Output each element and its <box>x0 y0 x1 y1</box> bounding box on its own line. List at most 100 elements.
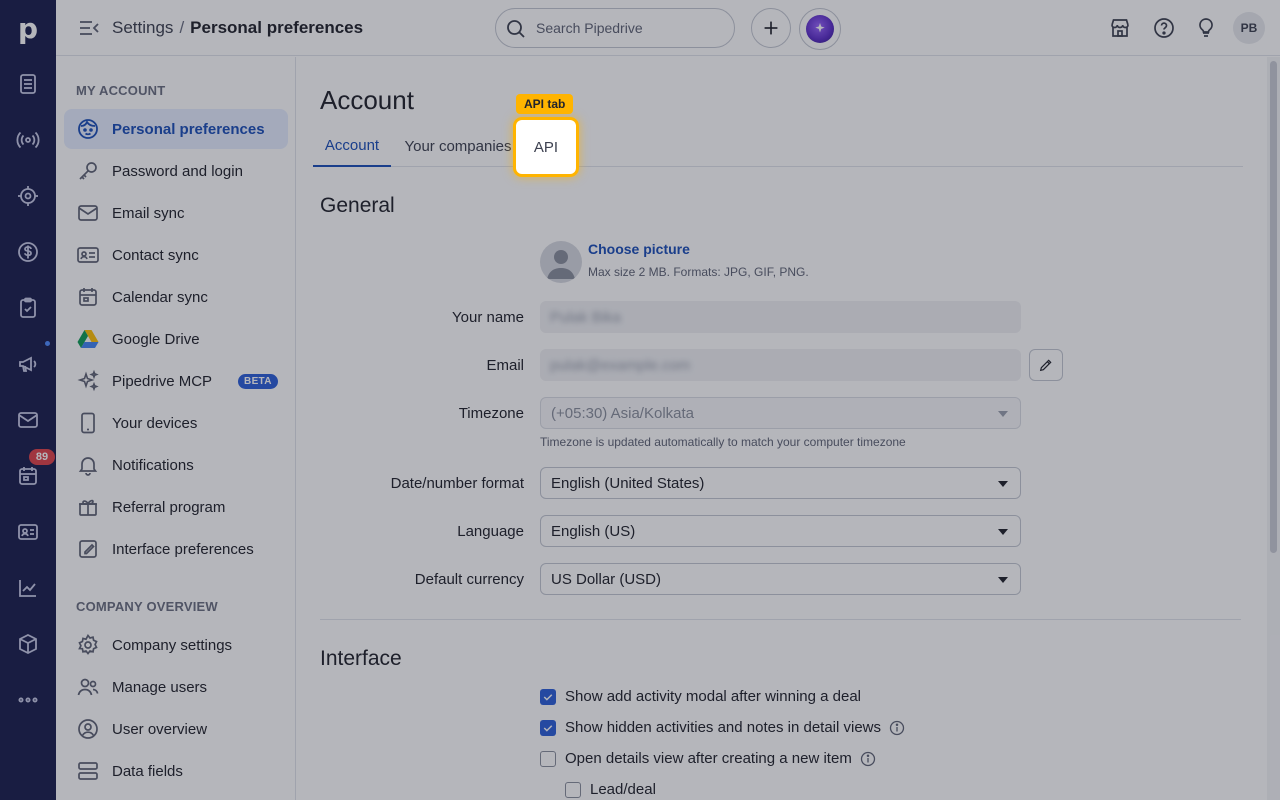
timezone-label: Timezone <box>458 405 524 422</box>
target-icon[interactable] <box>16 184 40 208</box>
info-icon[interactable] <box>860 751 876 767</box>
activities-badge: 89 <box>29 449 55 465</box>
main-content: Account Account Your companies General C… <box>297 57 1266 800</box>
help-icon[interactable] <box>1152 16 1176 40</box>
tab-api[interactable]: API <box>516 120 576 174</box>
quick-add-button[interactable] <box>751 8 791 48</box>
sidebar-item-contact-sync[interactable]: Contact sync <box>64 235 288 275</box>
megaphone-icon[interactable] <box>16 352 40 376</box>
sidebar-item-calendar-sync[interactable]: Calendar sync <box>64 277 288 317</box>
deals-icon[interactable] <box>16 72 40 96</box>
tab-account[interactable]: Account <box>313 125 391 167</box>
sidebar-item-label: Referral program <box>112 498 226 516</box>
checkbox-row-open-details[interactable]: Open details view after creating a new i… <box>540 750 876 767</box>
date-format-select[interactable]: English (United States) <box>540 467 1021 499</box>
app-window: p 89 Settings / Personal preferences PB <box>0 0 1280 800</box>
breadcrumb-separator: / <box>179 18 185 37</box>
chevron-down-icon <box>998 529 1008 535</box>
timezone-select: (+05:30) Asia/Kolkata <box>540 397 1021 429</box>
pipedrive-logo[interactable]: p <box>0 0 56 56</box>
date-format-value: English (United States) <box>551 474 705 492</box>
main-scrollbar[interactable] <box>1267 57 1280 800</box>
users-icon <box>76 675 100 699</box>
marketplace-store-icon[interactable] <box>1108 16 1132 40</box>
lightbulb-icon[interactable] <box>1194 16 1218 40</box>
language-label: Language <box>457 523 524 540</box>
choose-picture-link[interactable]: Choose picture <box>588 241 690 257</box>
sidebar-item-your-devices[interactable]: Your devices <box>64 403 288 443</box>
ai-sparkle-icon <box>806 15 834 43</box>
search-input[interactable] <box>536 18 721 38</box>
clipboard-check-icon[interactable] <box>16 296 40 320</box>
sidebar-item-label: Interface preferences <box>112 540 254 558</box>
language-select[interactable]: English (US) <box>540 515 1021 547</box>
sidebar-item-personal-preferences[interactable]: Personal preferences <box>64 109 288 149</box>
email-field: pulak@example.com <box>540 349 1021 381</box>
profile-picture-placeholder[interactable] <box>540 241 582 283</box>
chevron-down-icon <box>998 481 1008 487</box>
sidebar-item-email-sync[interactable]: Email sync <box>64 193 288 233</box>
ai-assistant-button[interactable] <box>799 8 841 50</box>
date-format-label: Date/number format <box>390 475 524 492</box>
sidebar-item-label: Contact sync <box>112 246 199 264</box>
sidebar-item-interface-preferences[interactable]: Interface preferences <box>64 529 288 569</box>
checkbox-row-activity-modal[interactable]: Show add activity modal after winning a … <box>540 688 861 705</box>
edit-email-button[interactable] <box>1029 349 1063 381</box>
checkbox-row-lead-deal[interactable]: Lead/deal <box>565 781 656 798</box>
bell-icon <box>76 453 100 477</box>
sidebar-item-referral-program[interactable]: Referral program <box>64 487 288 527</box>
checkbox-unchecked[interactable] <box>540 750 556 767</box>
your-name-field[interactable]: Pulak Bika <box>540 301 1021 333</box>
picture-hint: Max size 2 MB. Formats: JPG, GIF, PNG. <box>588 265 809 279</box>
collapse-menu-icon[interactable] <box>78 17 100 39</box>
contacts-icon[interactable] <box>16 520 40 544</box>
broadcast-icon[interactable] <box>16 128 40 152</box>
checkbox-label: Show add activity modal after winning a … <box>565 688 862 705</box>
phone-icon <box>76 411 100 435</box>
scrollbar-thumb[interactable] <box>1270 61 1277 553</box>
checkbox-checked[interactable] <box>540 719 556 736</box>
sidebar-item-label: Personal preferences <box>112 120 265 138</box>
sidebar-item-label: Company settings <box>112 636 233 654</box>
sidebar-item-user-overview[interactable]: User overview <box>64 709 288 749</box>
search-box[interactable] <box>495 8 735 48</box>
sidebar-item-notifications[interactable]: Notifications <box>64 445 288 485</box>
checkbox-label: Show hidden activities and notes in deta… <box>565 719 882 736</box>
currency-select[interactable]: US Dollar (USD) <box>540 563 1021 595</box>
products-box-icon[interactable] <box>16 632 40 656</box>
general-section-title: General <box>320 194 395 217</box>
your-name-value: Pulak Bika <box>550 308 621 326</box>
more-dots-icon[interactable] <box>16 688 40 712</box>
dollar-icon[interactable] <box>16 240 40 264</box>
checkbox-unchecked[interactable] <box>565 781 581 798</box>
chevron-down-icon <box>998 577 1008 583</box>
insights-chart-icon[interactable] <box>16 576 40 600</box>
mail-icon[interactable] <box>16 408 40 432</box>
breadcrumb-settings-link[interactable]: Settings <box>112 18 173 37</box>
user-avatar[interactable]: PB <box>1233 12 1265 44</box>
page-title: Account <box>320 85 414 115</box>
tab-your-companies[interactable]: Your companies <box>399 125 517 167</box>
info-icon[interactable] <box>889 720 905 736</box>
sidebar-item-company-settings[interactable]: Company settings <box>64 625 288 665</box>
left-nav: p 89 <box>0 0 56 800</box>
sidebar-item-data-fields[interactable]: Data fields <box>64 751 288 791</box>
sidebar-item-label: User overview <box>112 720 208 738</box>
timezone-hint: Timezone is updated automatically to mat… <box>540 435 906 449</box>
sidebar-item-label: Manage users <box>112 678 208 696</box>
calendar-nav-icon[interactable] <box>16 464 40 488</box>
breadcrumb: Settings / Personal preferences <box>112 18 363 38</box>
sidebar-item-password-and-login[interactable]: Password and login <box>64 151 288 191</box>
sidebar-item-google-drive[interactable]: Google Drive <box>64 319 288 359</box>
sparkle-icon <box>76 369 100 393</box>
sidebar-item-label: Pipedrive MCP <box>112 372 213 390</box>
chevron-down-icon <box>998 411 1008 417</box>
top-header: Settings / Personal preferences PB <box>56 0 1280 56</box>
checkbox-label: Lead/deal <box>590 781 656 798</box>
checkbox-checked[interactable] <box>540 688 556 705</box>
sidebar-item-pipedrive-mcp[interactable]: Pipedrive MCP BETA <box>64 361 288 401</box>
checkbox-row-hidden-activities[interactable]: Show hidden activities and notes in deta… <box>540 719 905 736</box>
sidebar-item-manage-users[interactable]: Manage users <box>64 667 288 707</box>
sidebar-item-label: Google Drive <box>112 330 200 348</box>
data-fields-icon <box>76 759 100 783</box>
